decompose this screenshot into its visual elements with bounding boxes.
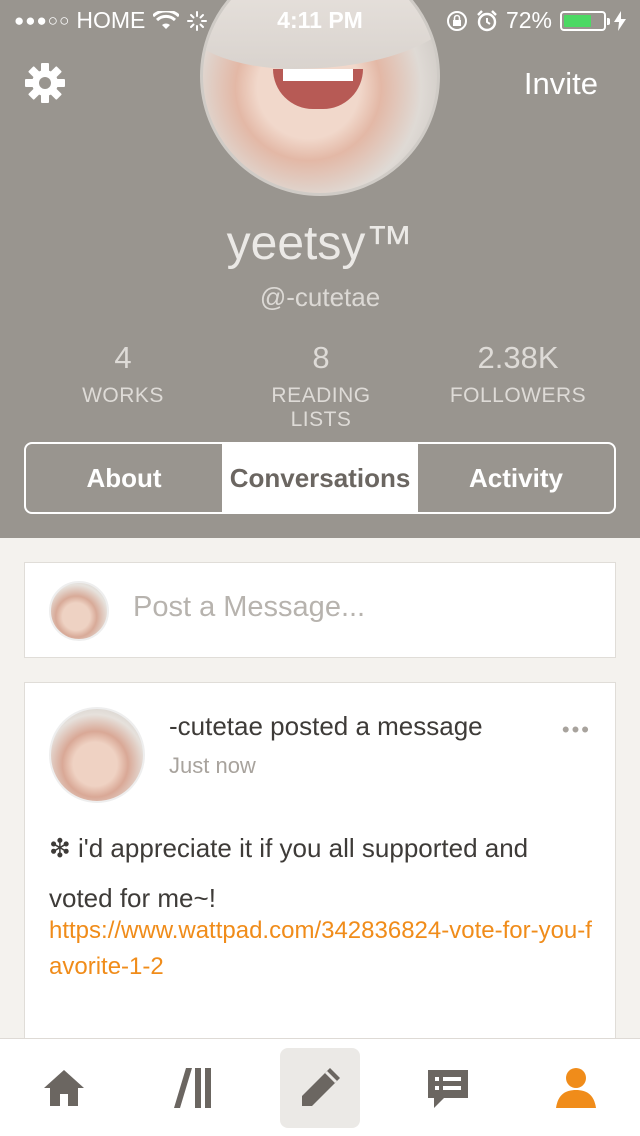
message-card: -cutetae posted a message Just now ••• ❇… xyxy=(24,682,616,1062)
pencil-icon xyxy=(302,1067,340,1106)
message-link[interactable]: https://www.wattpad.com/342836824-vote-f… xyxy=(49,913,597,985)
stat-value: 8 xyxy=(312,340,330,375)
nav-library[interactable] xyxy=(152,1048,232,1128)
profile-handle: @-cutetae xyxy=(259,282,381,312)
home-icon xyxy=(44,1069,84,1106)
settings-gear-icon[interactable] xyxy=(24,62,66,104)
battery-tip xyxy=(607,17,610,25)
more-options-icon[interactable]: ••• xyxy=(562,717,591,743)
stat-label: READING LISTS xyxy=(271,384,371,431)
nav-home[interactable] xyxy=(24,1048,104,1128)
profile-icon xyxy=(556,1067,596,1108)
battery-percent: 72% xyxy=(505,7,552,33)
status-right: 72% xyxy=(446,7,626,34)
messages-icon xyxy=(428,1069,468,1108)
profile-tabs: About Conversations Activity xyxy=(24,442,616,514)
stat-followers[interactable]: 2.38K FOLLOWERS xyxy=(396,340,640,432)
library-icon xyxy=(174,1067,211,1108)
message-author-line[interactable]: -cutetae posted a message xyxy=(169,711,483,742)
message-timestamp: Just now xyxy=(169,753,256,778)
alarm-icon xyxy=(477,9,497,31)
profile-username: yeetsy™ xyxy=(226,217,414,270)
nav-write[interactable] xyxy=(280,1047,360,1128)
bottom-navigation xyxy=(0,1038,640,1136)
battery-fill xyxy=(564,14,592,27)
nav-profile[interactable] xyxy=(536,1048,616,1128)
stat-label: FOLLOWERS xyxy=(449,384,587,407)
profile-stats: 4 WORKS 8 READING LISTS 2.38K FOLLOWERS xyxy=(0,340,640,432)
status-bar: ●●●○○ HOME 4:11 PM 72% xyxy=(0,0,640,40)
nav-messages[interactable] xyxy=(408,1048,488,1128)
stat-label: WORKS xyxy=(82,384,164,407)
avatar-teeth-shape xyxy=(283,69,353,81)
avatar xyxy=(49,581,109,641)
post-message-input[interactable]: Post a Message... xyxy=(133,591,365,624)
invite-button[interactable]: Invite xyxy=(524,66,598,102)
tab-about[interactable]: About xyxy=(26,444,222,512)
tab-activity[interactable]: Activity xyxy=(418,444,614,512)
stat-value: 4 xyxy=(114,340,132,375)
author-avatar[interactable] xyxy=(49,707,145,803)
tab-conversations[interactable]: Conversations xyxy=(222,444,418,512)
profile-header: ●●●○○ HOME 4:11 PM 72% Invite yeetsy™ @-… xyxy=(0,0,640,538)
stat-value: 2.38K xyxy=(477,340,559,375)
battery-icon xyxy=(560,10,610,31)
message-composer[interactable]: Post a Message... xyxy=(24,562,616,658)
stat-reading-lists[interactable]: 8 READING LISTS xyxy=(246,340,396,432)
charging-bolt-icon xyxy=(614,10,626,31)
stat-works[interactable]: 4 WORKS xyxy=(0,340,246,432)
message-body: ❇ i'd appreciate it if you all supported… xyxy=(49,833,529,913)
rotation-lock-icon xyxy=(446,10,467,31)
